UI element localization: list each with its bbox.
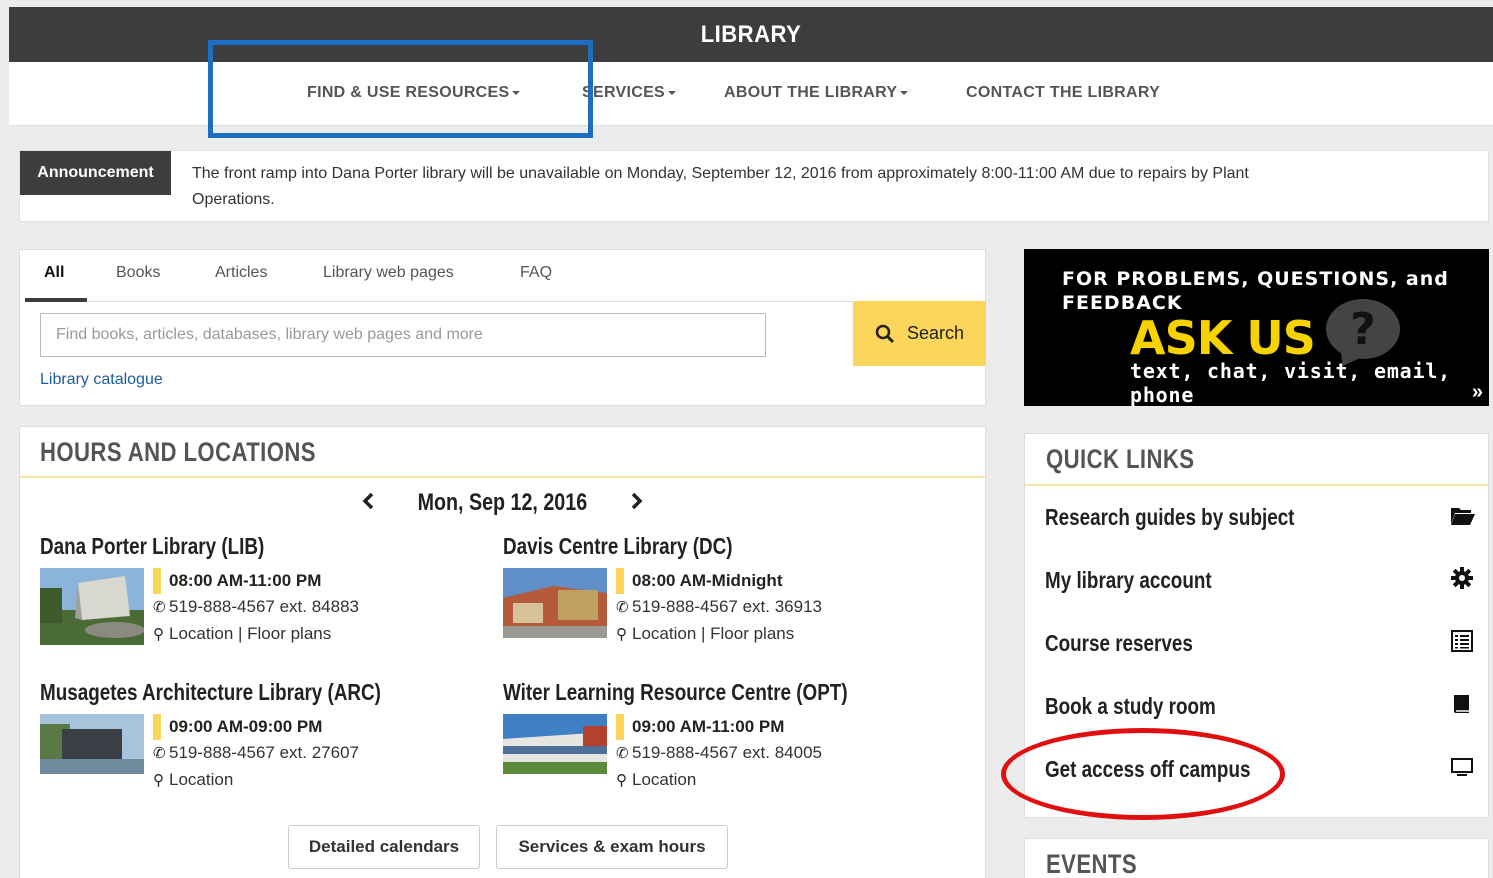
annotation-circle <box>1001 728 1285 820</box>
location-name[interactable]: Witer Learning Resource Centre (OPT) <box>503 679 848 706</box>
location-hours: 09:00 AM-09:00 PM <box>153 714 359 740</box>
location-hours: 08:00 AM-11:00 PM <box>153 568 359 594</box>
chevron-left-icon <box>362 492 374 510</box>
question-bubble-icon: ? <box>1326 299 1400 359</box>
tab-divider <box>25 301 855 302</box>
active-tab-indicator <box>25 298 87 302</box>
ask-us-headline: ASK US <box>1130 311 1316 365</box>
date-navigator: Mon, Sep 12, 2016 <box>20 489 985 517</box>
next-day-arrow[interactable] <box>629 489 643 517</box>
phone-icon: ✆ <box>616 745 629 762</box>
map-marker-icon: ⚲ <box>616 772 627 789</box>
quick-links-divider <box>1025 484 1488 486</box>
caret-down-icon <box>668 90 677 95</box>
detailed-calendars-button[interactable]: Detailed calendars <box>288 825 480 869</box>
location-photo <box>40 568 144 645</box>
phone-icon: ✆ <box>153 745 166 762</box>
annotation-highlight-box <box>208 40 593 138</box>
ask-us-banner[interactable]: FOR PROBLEMS, QUESTIONS, and FEEDBACK AS… <box>1024 249 1489 407</box>
location-info: 08:00 AM-Midnight ✆ 519-888-4567 ext. 369… <box>616 568 822 648</box>
ask-us-line1: FOR PROBLEMS, QUESTIONS, and FEEDBACK <box>1062 268 1449 314</box>
map-marker-icon: ⚲ <box>153 772 164 789</box>
search-button[interactable]: Search <box>853 301 986 366</box>
double-chevron-right-icon: » <box>1471 381 1483 403</box>
location-name[interactable]: Musagetes Architecture Library (ARC) <box>40 679 381 706</box>
tab-articles[interactable]: Articles <box>215 264 267 282</box>
folder-open-icon <box>1451 508 1475 525</box>
phone-icon: ✆ <box>153 599 166 616</box>
search-icon <box>875 324 895 343</box>
library-catalogue-link[interactable]: Library catalogue <box>40 371 163 389</box>
location-phone[interactable]: 519-888-4567 ext. 36913 <box>632 597 822 616</box>
ask-us-subline: text, chat, visit, email, phone <box>1130 359 1452 407</box>
announcement-tag: Announcement <box>20 151 171 195</box>
location-links[interactable]: Location <box>632 770 696 789</box>
hours-locations-panel: HOURS AND LOCATIONS Mon, Sep 12, 2016 Da… <box>19 426 986 878</box>
book-icon <box>1454 695 1469 713</box>
location-photo <box>503 568 607 638</box>
search-button-label: Search <box>906 323 965 343</box>
location-links[interactable]: Location | Floor plans <box>169 624 331 643</box>
monitor-icon <box>1451 758 1473 776</box>
announcement-message: The front ramp into Dana Porter library … <box>192 165 1249 208</box>
events-panel: EVENTS <box>1024 838 1489 878</box>
nav-services[interactable]: SERVICES <box>582 84 677 102</box>
map-marker-icon: ⚲ <box>153 626 164 643</box>
location-card: Musagetes Architecture Library (ARC) 09:… <box>40 679 480 809</box>
list-icon <box>1451 630 1473 652</box>
location-name[interactable]: Davis Centre Library (DC) <box>503 533 733 560</box>
current-date: Mon, Sep 12, 2016 <box>417 489 588 516</box>
location-hours: 08:00 AM-Midnight <box>616 568 822 594</box>
location-info: 08:00 AM-11:00 PM ✆ 519-888-4567 ext. 848… <box>153 568 359 648</box>
announcement-banner: Announcement The front ramp into Dana Po… <box>19 150 1489 222</box>
tab-library-web-pages[interactable]: Library web pages <box>323 264 454 282</box>
nav-about-library[interactable]: ABOUT THE LIBRARY <box>724 84 909 102</box>
nav-contact-library[interactable]: CONTACT THE LIBRARY <box>966 84 1160 102</box>
gear-icon <box>1451 567 1473 589</box>
quick-link-course-reserves[interactable]: Course reserves <box>1045 630 1475 657</box>
tab-all[interactable]: All <box>44 264 64 282</box>
location-info: 09:00 AM-09:00 PM ✆ 519-888-4567 ext. 276… <box>153 714 359 794</box>
location-hours: 09:00 AM-11:00 PM <box>616 714 822 740</box>
location-links[interactable]: Location | Floor plans <box>632 624 794 643</box>
hours-divider <box>20 476 985 478</box>
location-card: Witer Learning Resource Centre (OPT) 09:… <box>503 679 943 809</box>
search-panel: All Books Articles Library web pages FAQ… <box>19 249 986 406</box>
quick-links-heading: QUICK LINKS <box>1046 444 1195 474</box>
chevron-right-icon <box>631 492 643 510</box>
map-marker-icon: ⚲ <box>616 626 627 643</box>
search-input[interactable] <box>40 313 766 357</box>
location-card: Davis Centre Library (DC) 08:00 AM-Midni… <box>503 533 943 663</box>
services-exam-hours-button[interactable]: Services & exam hours <box>496 825 728 869</box>
tab-books[interactable]: Books <box>116 264 160 282</box>
quick-link-study-room[interactable]: Book a study room <box>1045 693 1475 720</box>
location-card: Dana Porter Library (LIB) 08:00 AM-11:00… <box>40 533 480 663</box>
hours-heading: HOURS AND LOCATIONS <box>40 437 316 467</box>
location-phone[interactable]: 519-888-4567 ext. 84883 <box>169 597 359 616</box>
location-phone[interactable]: 519-888-4567 ext. 84005 <box>632 743 822 762</box>
location-name[interactable]: Dana Porter Library (LIB) <box>40 533 264 560</box>
location-info: 09:00 AM-11:00 PM ✆ 519-888-4567 ext. 840… <box>616 714 822 794</box>
tab-faq[interactable]: FAQ <box>520 264 552 282</box>
quick-link-library-account[interactable]: My library account <box>1045 567 1475 594</box>
location-links[interactable]: Location <box>169 770 233 789</box>
location-photo <box>503 714 607 774</box>
events-heading: EVENTS <box>1046 849 1138 878</box>
prev-day-arrow[interactable] <box>362 489 376 517</box>
caret-down-icon <box>900 90 909 95</box>
location-phone[interactable]: 519-888-4567 ext. 27607 <box>169 743 359 762</box>
quick-link-research-guides[interactable]: Research guides by subject <box>1045 504 1475 531</box>
location-photo <box>40 714 144 774</box>
phone-icon: ✆ <box>616 599 629 616</box>
